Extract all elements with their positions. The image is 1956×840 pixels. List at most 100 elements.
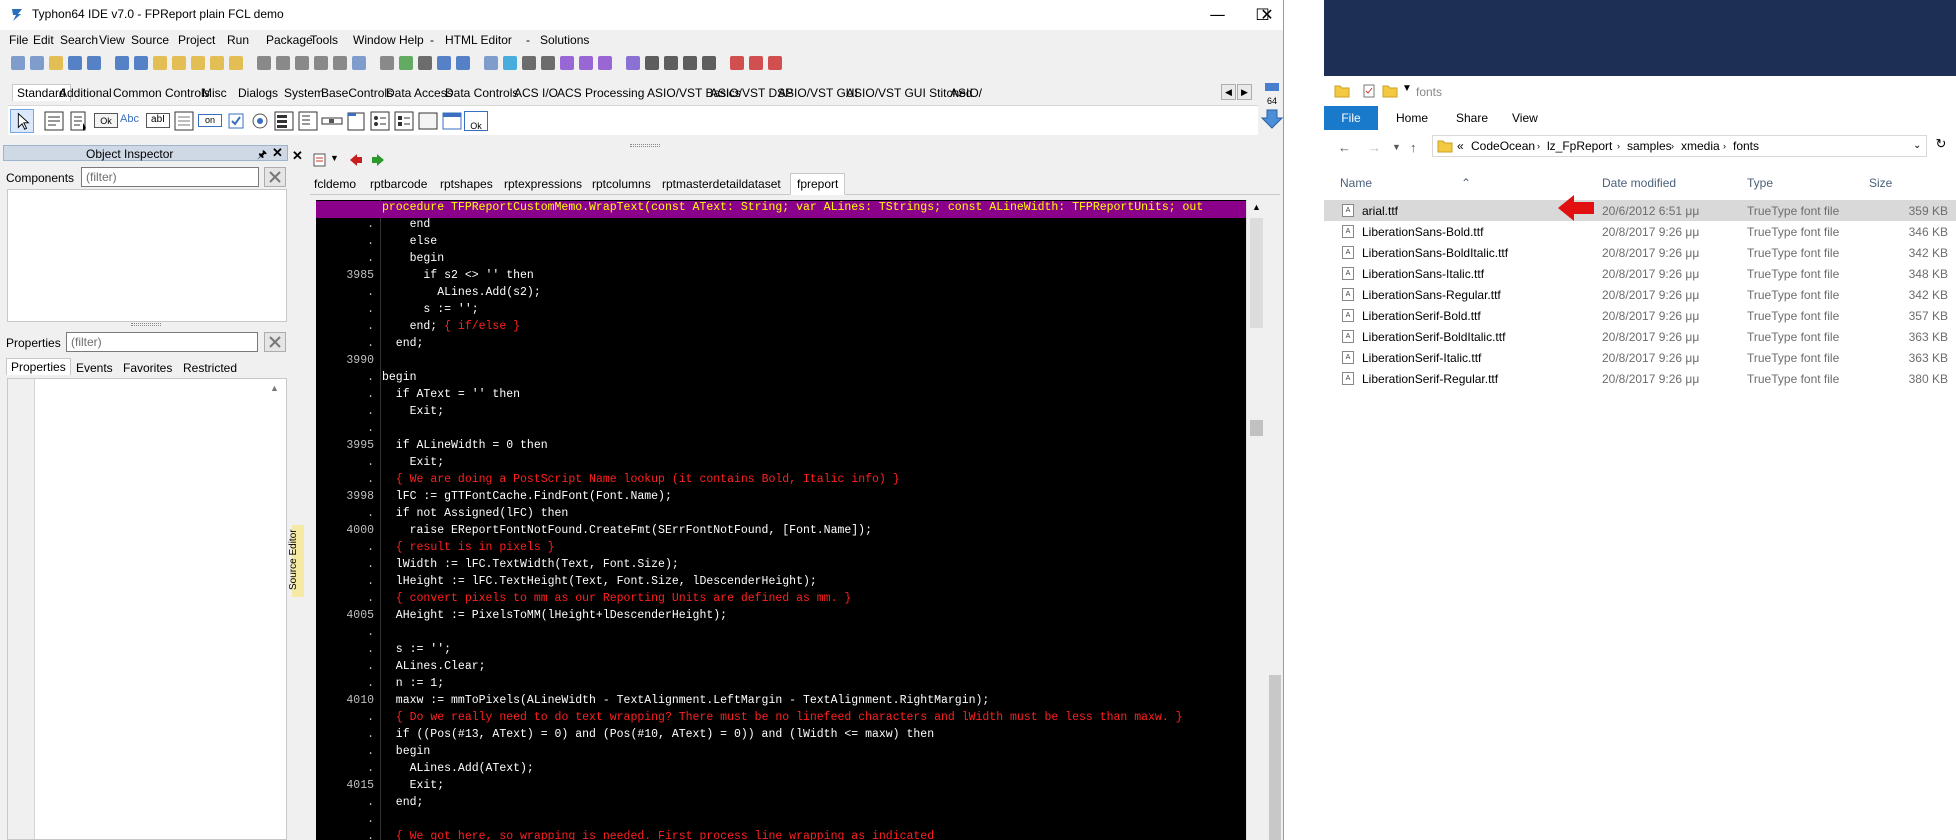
components-filter-clear-button[interactable] bbox=[264, 167, 286, 187]
tedit-icon[interactable]: abI bbox=[146, 113, 170, 128]
file-row[interactable]: Aarial.ttf 20/6/2012 6:51 μμ TrueType font… bbox=[1324, 200, 1956, 221]
editor-vertical-scrollbar[interactable]: ▲ bbox=[1246, 200, 1266, 840]
save-icon[interactable] bbox=[65, 53, 85, 73]
recent-locations-chevron-icon[interactable]: ▼ bbox=[1392, 142, 1401, 152]
palette-tab-basecontrols[interactable]: BaseControls bbox=[321, 86, 393, 100]
column-name[interactable]: Name bbox=[1340, 176, 1372, 190]
source-editor-close-button[interactable]: ✕ bbox=[292, 148, 303, 164]
palette-tab-misc[interactable]: Misc bbox=[202, 86, 227, 100]
path-segment-lz-fpreport[interactable]: lz_FpReport bbox=[1547, 139, 1612, 153]
menu-window[interactable]: Window bbox=[353, 33, 396, 47]
editor-tab-rptshapes[interactable]: rptshapes bbox=[440, 177, 493, 191]
compile-icon[interactable] bbox=[150, 53, 170, 73]
menu-tools[interactable]: Tools bbox=[310, 33, 338, 47]
editor-tab-rptcolumns[interactable]: rptcolumns bbox=[592, 177, 651, 191]
menu-search[interactable]: Search bbox=[60, 33, 98, 47]
palette-tab-system[interactable]: System bbox=[284, 86, 324, 100]
tab-restricted[interactable]: Restricted bbox=[183, 361, 237, 375]
forward-arrow-icon[interactable]: → bbox=[1368, 140, 1381, 155]
oi-splitter-grip[interactable] bbox=[131, 323, 161, 326]
chevron-down-icon[interactable]: ▼ bbox=[330, 153, 339, 163]
ribbon-tab-view[interactable]: View bbox=[1512, 106, 1538, 130]
properties-icon[interactable] bbox=[1362, 83, 1376, 99]
editor-tab-rptbarcode[interactable]: rptbarcode bbox=[370, 177, 427, 191]
scroll-up-icon[interactable]: ▲ bbox=[1252, 202, 1261, 212]
stop-icon[interactable] bbox=[699, 53, 719, 73]
view-units-icon[interactable] bbox=[377, 53, 397, 73]
menu-edit[interactable]: Edit bbox=[33, 33, 54, 47]
editor-scrollbar-thumb[interactable] bbox=[1250, 420, 1263, 436]
address-path[interactable]: « CodeOcean › lz_FpReport › samples › xm… bbox=[1432, 135, 1927, 157]
file-row[interactable]: A LiberationSerif-BoldItalic.ttf 20/8/2017… bbox=[1324, 326, 1956, 347]
tab-properties[interactable]: Properties bbox=[6, 358, 71, 375]
project-options-icon[interactable] bbox=[311, 53, 331, 73]
pointer-tool-icon[interactable] bbox=[10, 109, 34, 133]
new-form-icon[interactable] bbox=[27, 53, 47, 73]
tactionlist-icon[interactable]: Ok bbox=[464, 111, 488, 131]
menu-source[interactable]: Source bbox=[131, 33, 169, 47]
up-arrow-icon[interactable]: ↑ bbox=[1410, 140, 1417, 155]
tcombobox-icon[interactable] bbox=[296, 109, 320, 133]
tradiogroup-icon[interactable] bbox=[368, 109, 392, 133]
tlabel-icon[interactable]: Abc bbox=[120, 113, 144, 137]
file-row[interactable]: A LiberationSans-Bold.ttf 20/8/2017 9:26 μ… bbox=[1324, 221, 1956, 242]
new-project-icon[interactable] bbox=[273, 53, 293, 73]
palette-tab-data-controls[interactable]: Data Controls bbox=[445, 86, 518, 100]
tlistbox-icon[interactable] bbox=[272, 109, 296, 133]
palette-tab-dialogs[interactable]: Dialogs bbox=[238, 86, 278, 100]
file-row[interactable]: A LiberationSerif-Regular.ttf 20/8/2017 9:… bbox=[1324, 368, 1956, 389]
editor-tab-rptmasterdetaildataset[interactable]: rptmasterdetaildataset bbox=[662, 177, 781, 191]
tab-events[interactable]: Events bbox=[76, 361, 113, 375]
pin-icon[interactable]: 🖈 bbox=[257, 146, 267, 165]
file-row[interactable]: A LiberationSans-Italic.ttf 20/8/2017 9:26… bbox=[1324, 263, 1956, 284]
remove-from-project-icon[interactable] bbox=[349, 53, 369, 73]
network-icon[interactable] bbox=[519, 53, 539, 73]
chevron-down-icon[interactable]: ⌄ bbox=[1913, 140, 1921, 151]
palette-tab-common-controls[interactable]: Common Controls bbox=[113, 86, 210, 100]
tscrollbar-icon[interactable] bbox=[320, 109, 344, 133]
find-in-files-icon[interactable] bbox=[112, 53, 132, 73]
palette-tab-acs-i-o[interactable]: ACS I/O bbox=[514, 86, 558, 100]
popupmenu-icon[interactable] bbox=[68, 109, 92, 133]
properties-filter-clear-button[interactable] bbox=[264, 332, 286, 352]
path-segment-xmedia[interactable]: xmedia bbox=[1681, 139, 1720, 153]
tab-favorites[interactable]: Favorites bbox=[123, 361, 172, 375]
property-grid[interactable]: ▲ bbox=[7, 378, 287, 840]
menu-html-editor[interactable]: HTML Editor bbox=[445, 33, 512, 47]
source-editor-grip[interactable] bbox=[630, 144, 660, 147]
ribbon-tab-share[interactable]: Share bbox=[1456, 106, 1488, 130]
back-arrow-icon[interactable] bbox=[348, 152, 364, 168]
object-inspector-close-button[interactable]: ✕ bbox=[272, 145, 283, 161]
window-vertical-scrollbar[interactable] bbox=[1266, 200, 1283, 840]
menu-project[interactable]: Project bbox=[178, 33, 215, 47]
code-editor[interactable]: procedure TFPReportCustomMemo.WrapText(c… bbox=[316, 200, 1246, 840]
jump-list-icon[interactable] bbox=[312, 152, 328, 168]
file-row[interactable]: A LiberationSerif-Italic.ttf 20/8/2017 9:2… bbox=[1324, 347, 1956, 368]
monitor-icon[interactable] bbox=[538, 53, 558, 73]
open-package-icon[interactable] bbox=[226, 53, 246, 73]
palette-scroll-left-button[interactable]: ◀ bbox=[1221, 84, 1236, 100]
new-unit-icon[interactable] bbox=[8, 53, 28, 73]
step-out-icon[interactable] bbox=[765, 53, 785, 73]
tmemo-icon[interactable] bbox=[172, 109, 196, 133]
column-type[interactable]: Type bbox=[1747, 176, 1773, 190]
menu-package[interactable]: Package bbox=[266, 33, 313, 47]
tcheckgroup-icon[interactable] bbox=[392, 109, 416, 133]
browse-icon[interactable] bbox=[481, 53, 501, 73]
menu-solutions[interactable]: Solutions bbox=[540, 33, 589, 47]
add-to-project-icon[interactable] bbox=[330, 53, 350, 73]
tpanel-icon[interactable] bbox=[416, 109, 440, 133]
palette-tab-additional[interactable]: Additional bbox=[59, 86, 112, 100]
menu-help[interactable]: Help bbox=[399, 33, 424, 47]
chevron-down-icon[interactable]: ▼ bbox=[1402, 83, 1412, 94]
palette-tab-asio[interactable]: ASIO/ bbox=[950, 86, 982, 100]
run-options-icon[interactable] bbox=[661, 53, 681, 73]
components-filter-input[interactable]: (filter) bbox=[81, 167, 259, 187]
gear-icon[interactable] bbox=[595, 53, 615, 73]
editor-tab-fpreport[interactable]: fpreport bbox=[790, 173, 846, 195]
file-row[interactable]: A LiberationSans-Regular.ttf 20/8/2017 9:2… bbox=[1324, 284, 1956, 305]
save-project-icon[interactable] bbox=[292, 53, 312, 73]
toggle-form-icon[interactable] bbox=[415, 53, 435, 73]
file-row[interactable]: A LiberationSerif-Bold.ttf 20/8/2017 9:26 … bbox=[1324, 305, 1956, 326]
palette-tab-acs-processing[interactable]: ACS Processing bbox=[557, 86, 644, 100]
